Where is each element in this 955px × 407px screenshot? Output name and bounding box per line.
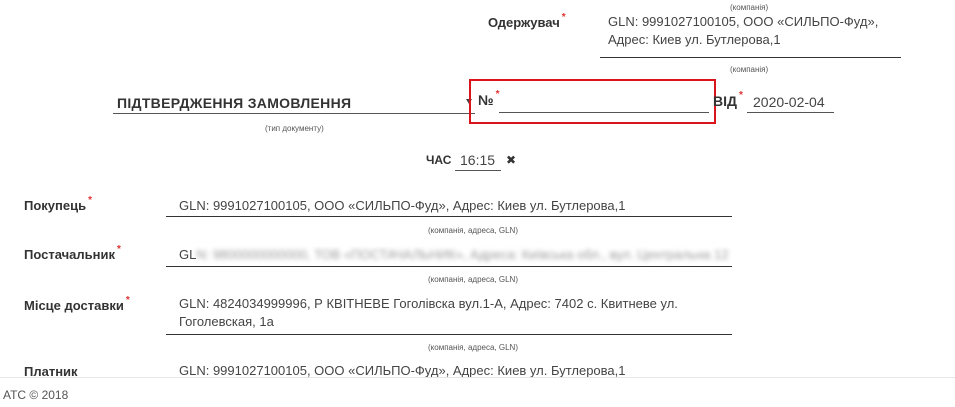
- time-input[interactable]: 16:15: [455, 151, 501, 171]
- supplier-hint: (компанія, адреса, GLN): [428, 275, 518, 284]
- delivery-underline: [166, 334, 732, 335]
- payer-label: Платник: [24, 364, 78, 377]
- number-highlight-box: № *: [469, 79, 716, 124]
- buyer-underline: [166, 216, 732, 217]
- supplier-underline: [166, 266, 732, 267]
- buyer-hint: (компанія, адреса, GLN): [428, 226, 518, 235]
- document-type-underline: [113, 113, 475, 114]
- payer-row: Платник GLN: 9991027100105, ООО «СИЛЬПО-…: [0, 355, 955, 377]
- supplier-label: Постачальник *: [24, 244, 121, 262]
- number-label: № *: [478, 89, 500, 108]
- receiver-line-2: Адрес: Киев ул. Бутлерова,1: [608, 32, 781, 47]
- delivery-field[interactable]: GLN: 4824034999996, Р КВІТНЕВЕ Гоголівск…: [166, 295, 732, 335]
- document-type-hint: (тип документу): [265, 124, 324, 133]
- supplier-value-obscured: N: 9800000000000, ТОВ «ПОСТАЧАЛЬНИК», Ад…: [196, 247, 729, 262]
- receiver-hint-bottom: (компанія): [730, 65, 769, 74]
- buyer-field[interactable]: GLN: 9991027100105, ООО «СИЛЬПО-Фуд», Ад…: [166, 197, 732, 218]
- number-input[interactable]: [499, 89, 709, 113]
- receiver-underline: [600, 57, 901, 58]
- receiver-line-1: GLN: 9991027100105, ООО «СИЛЬПО-Фуд»,: [608, 14, 879, 29]
- footer-divider: [0, 377, 955, 378]
- time-value: 16:15: [460, 152, 496, 168]
- payer-value[interactable]: GLN: 9991027100105, ООО «СИЛЬПО-Фуд», Ад…: [179, 362, 625, 377]
- date-input[interactable]: 2020-02-04: [747, 92, 834, 114]
- delivery-line-1: GLN: 4824034999996, Р КВІТНЕВЕ Гоголівск…: [179, 296, 678, 311]
- date-value: 2020-02-04: [753, 94, 825, 110]
- buyer-label: Покупець *: [24, 195, 92, 213]
- time-label: ЧАС: [426, 153, 452, 167]
- supplier-field[interactable]: GLN: 9800000000000, ТОВ «ПОСТАЧАЛЬНИК», …: [166, 246, 732, 267]
- receiver-hint-top: (компанія): [730, 3, 769, 12]
- footer-copyright: АТС © 2018: [3, 388, 69, 402]
- document-type-select[interactable]: ПІДТВЕРДЖЕННЯ ЗАМОВЛЕННЯ: [113, 92, 475, 114]
- document-type-value: ПІДТВЕРДЖЕННЯ ЗАМОВЛЕННЯ: [117, 95, 352, 111]
- date-label: ВІД *: [713, 90, 743, 109]
- delivery-hint: (компанія, адреса, GLN): [428, 343, 518, 352]
- delivery-label: Місце доставки *: [24, 295, 130, 313]
- buyer-value: GLN: 9991027100105, ООО «СИЛЬПО-Фуд», Ад…: [179, 198, 626, 213]
- supplier-value-visible: GL: [179, 247, 197, 262]
- receiver-label: Одержувач *: [488, 12, 566, 30]
- clear-time-icon[interactable]: ✖: [506, 153, 516, 167]
- receiver-field[interactable]: GLN: 9991027100105, ООО «СИЛЬПО-Фуд», Ад…: [600, 13, 900, 49]
- delivery-line-2: Гоголевская, 1а: [179, 314, 274, 329]
